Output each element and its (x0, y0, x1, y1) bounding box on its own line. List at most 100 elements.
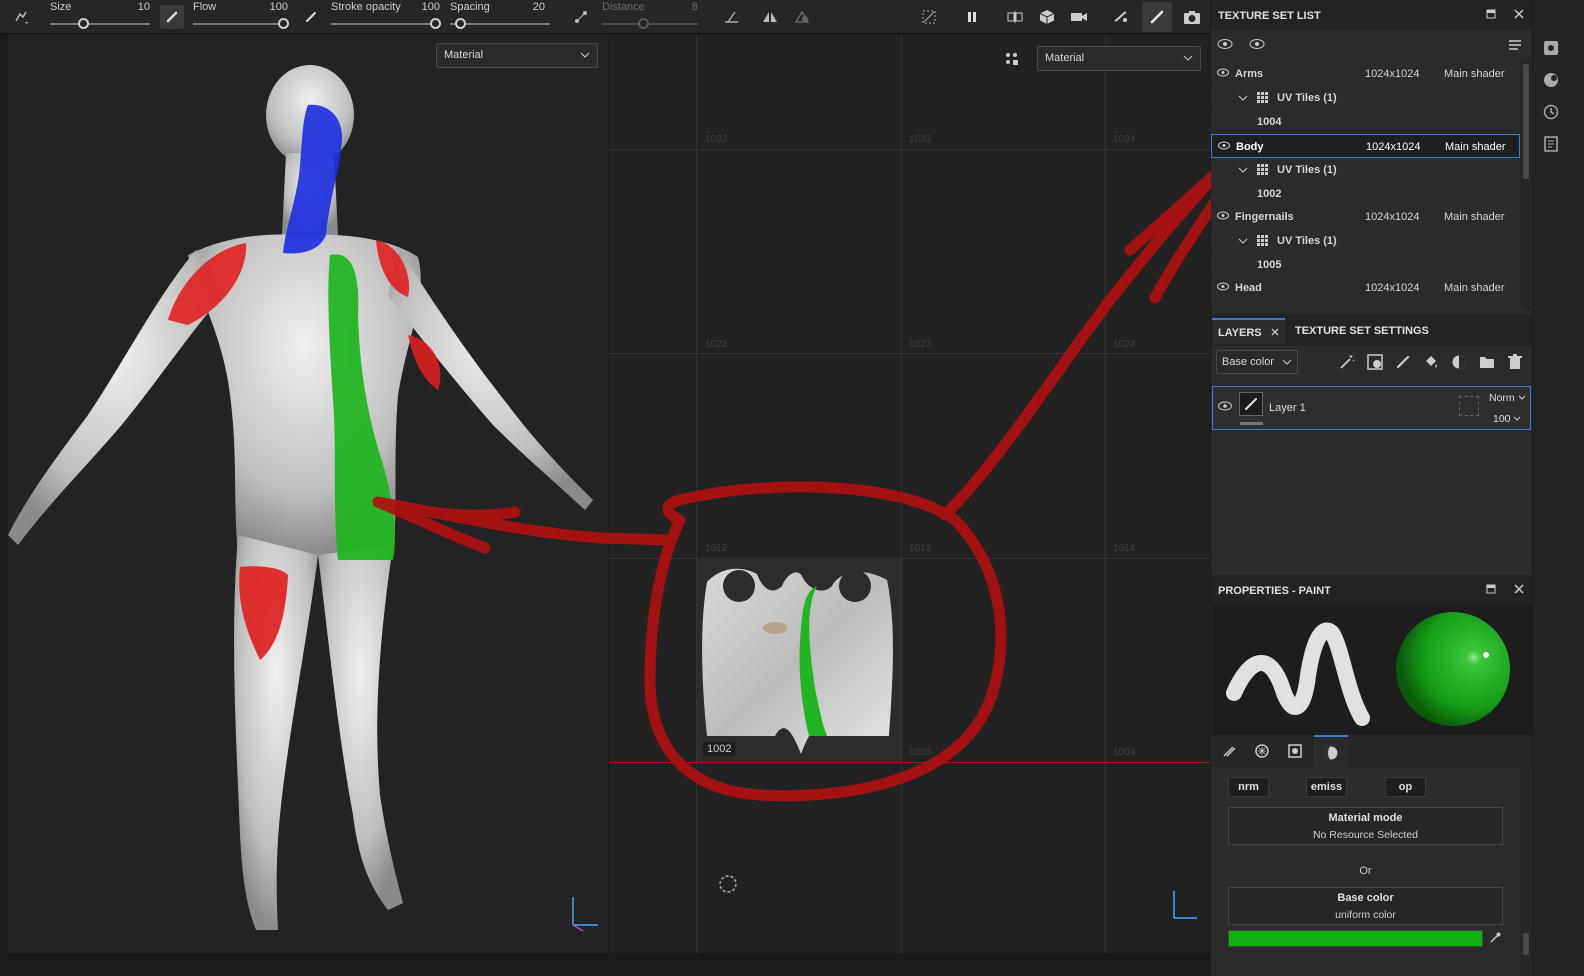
magic-wand-icon[interactable] (1339, 354, 1355, 373)
texture-set-arms[interactable]: Arms 1024x1024 Main shader (1211, 62, 1521, 86)
eye-icon[interactable] (1249, 38, 1265, 53)
stroke-opacity-slider[interactable] (331, 23, 441, 25)
channel-chip-nrm[interactable]: nrm (1228, 777, 1269, 797)
folder-icon[interactable] (1479, 354, 1495, 373)
uv-tile-item[interactable]: 1005 (1211, 253, 1521, 277)
uv-tiles-group[interactable]: UV Tiles (1) (1211, 229, 1521, 253)
brush-settings-icon[interactable] (1222, 744, 1236, 761)
bake-icon[interactable] (1109, 5, 1133, 29)
base-color-swatch[interactable] (1228, 930, 1483, 947)
undock-icon[interactable] (1486, 9, 1496, 22)
texture-set-shader[interactable]: Main shader (1444, 211, 1505, 223)
texture-set-body[interactable]: Body 1024x1024 Main shader (1211, 134, 1520, 158)
uv-tiles-group[interactable]: UV Tiles (1) (1211, 86, 1521, 110)
close-icon[interactable] (1514, 9, 1524, 22)
scrollbar-thumb[interactable] (1523, 933, 1529, 955)
spacing-slider-handle[interactable] (455, 18, 466, 29)
alpha-icon[interactable] (1255, 744, 1269, 761)
flow-slider-handle[interactable] (278, 18, 289, 29)
layer-thumbnail[interactable] (1239, 392, 1263, 416)
properties-paint-title: PROPERTIES - PAINT (1218, 585, 1331, 597)
viewport-2d-uv[interactable]: 1032 1033 1034 1022 1023 1024 1012 1013 … (609, 35, 1210, 953)
layer-mask-slot[interactable] (1459, 396, 1479, 416)
character-model (8, 65, 598, 932)
camera-icon[interactable] (1067, 5, 1091, 29)
layer-row[interactable]: Layer 1 Norm 100 (1212, 386, 1531, 430)
eye-icon[interactable] (1217, 211, 1229, 223)
layer-name[interactable]: Layer 1 (1269, 402, 1306, 414)
distance-slider[interactable] (602, 23, 698, 25)
chevron-down-icon[interactable] (1238, 93, 1248, 105)
texture-set-scrollbar[interactable] (1521, 60, 1531, 310)
uv-tile-item[interactable]: 1004 (1211, 110, 1521, 134)
tab-layers[interactable]: LAYERS (1212, 318, 1285, 344)
scrollbar-thumb[interactable] (1523, 64, 1529, 179)
history-icon[interactable] (1543, 104, 1559, 123)
flow-pen-icon[interactable] (160, 5, 184, 29)
add-paint-layer-icon[interactable] (1395, 354, 1411, 373)
eye-icon[interactable] (1217, 282, 1229, 294)
channel-chip-emiss[interactable]: emiss (1306, 777, 1347, 797)
eye-icon[interactable] (1218, 401, 1232, 414)
texture-set-shader[interactable]: Main shader (1444, 282, 1505, 294)
channel-dropdown[interactable]: Base color (1216, 350, 1298, 374)
uv-tile-1002[interactable]: 1002 (697, 558, 901, 762)
environment-icon[interactable] (1543, 72, 1559, 91)
settings-icon[interactable] (1543, 40, 1559, 59)
screenshot-camera-icon[interactable] (1180, 5, 1204, 29)
symmetry-icon[interactable] (758, 5, 782, 29)
eyedropper-icon[interactable] (1489, 932, 1501, 947)
split-view-icon[interactable] (1003, 5, 1027, 29)
pause-icon[interactable] (960, 5, 984, 29)
blend-mode-dropdown[interactable]: Norm (1489, 392, 1526, 404)
add-mask-icon[interactable] (1367, 354, 1383, 373)
channel-chip-op[interactable]: op (1385, 777, 1426, 797)
cube-view-icon[interactable] (1035, 5, 1059, 29)
stencil-icon[interactable] (1288, 744, 1302, 761)
texture-set-fingernails[interactable]: Fingernails 1024x1024 Main shader (1211, 205, 1521, 229)
brush-preset-icon[interactable] (10, 5, 34, 29)
flow-slider[interactable] (193, 23, 289, 25)
list-menu-icon[interactable] (1508, 39, 1522, 54)
stroke-opacity-value: 100 (421, 1, 440, 13)
log-icon[interactable] (1543, 136, 1559, 155)
close-icon[interactable] (1514, 584, 1524, 597)
uv-tiles-group[interactable]: UV Tiles (1) (1211, 158, 1521, 182)
layer-opacity-dropdown[interactable]: 100 (1493, 413, 1521, 425)
uv-tile-number: 1002 (1257, 188, 1282, 200)
uv-display-options-icon[interactable] (1003, 50, 1021, 71)
tab-texture-set-settings[interactable]: TEXTURE SET SETTINGS (1289, 318, 1435, 344)
stroke-opacity-slider-handle[interactable] (430, 18, 441, 29)
base-color-slot[interactable]: Base color uniform color (1228, 887, 1503, 925)
texture-set-head[interactable]: Head 1024x1024 Main shader (1211, 276, 1521, 310)
texture-set-shader[interactable]: Main shader (1444, 68, 1505, 80)
material-tab[interactable] (1314, 735, 1348, 767)
material-mode-slot[interactable]: Material mode No Resource Selected (1228, 807, 1503, 845)
size-slider-handle[interactable] (78, 18, 89, 29)
chevron-down-icon[interactable] (1238, 165, 1248, 177)
spacing-label: Spacing (450, 1, 490, 13)
eye-icon[interactable] (1218, 141, 1230, 153)
eye-icon[interactable] (1217, 68, 1229, 80)
alignment-icon[interactable] (720, 5, 744, 29)
uv-tile-item[interactable]: 1002 (1211, 182, 1521, 206)
hide-selection-icon[interactable] (917, 5, 941, 29)
close-icon[interactable] (1271, 327, 1279, 339)
lazy-mouse-icon[interactable] (569, 5, 593, 29)
trash-icon[interactable] (1507, 354, 1523, 373)
properties-scrollbar[interactable] (1521, 767, 1531, 976)
texture-set-shader[interactable]: Main shader (1445, 141, 1506, 153)
paint-brush-icon[interactable] (1142, 2, 1172, 32)
add-effect-icon[interactable] (1451, 354, 1467, 373)
stroke-pen-icon[interactable] (299, 5, 323, 29)
distance-slider-handle[interactable] (638, 18, 649, 29)
texture-set-resolution: 1024x1024 (1365, 211, 1420, 223)
undock-icon[interactable] (1486, 584, 1496, 597)
size-slider[interactable] (50, 23, 150, 25)
viewport-2d-mode-dropdown[interactable]: Material (1037, 46, 1201, 71)
physics-icon[interactable] (790, 5, 814, 29)
add-fill-layer-icon[interactable] (1423, 354, 1439, 373)
viewport-3d[interactable]: Material (8, 35, 608, 953)
visibility-toggle-icon[interactable] (1217, 38, 1233, 53)
chevron-down-icon[interactable] (1238, 236, 1248, 248)
